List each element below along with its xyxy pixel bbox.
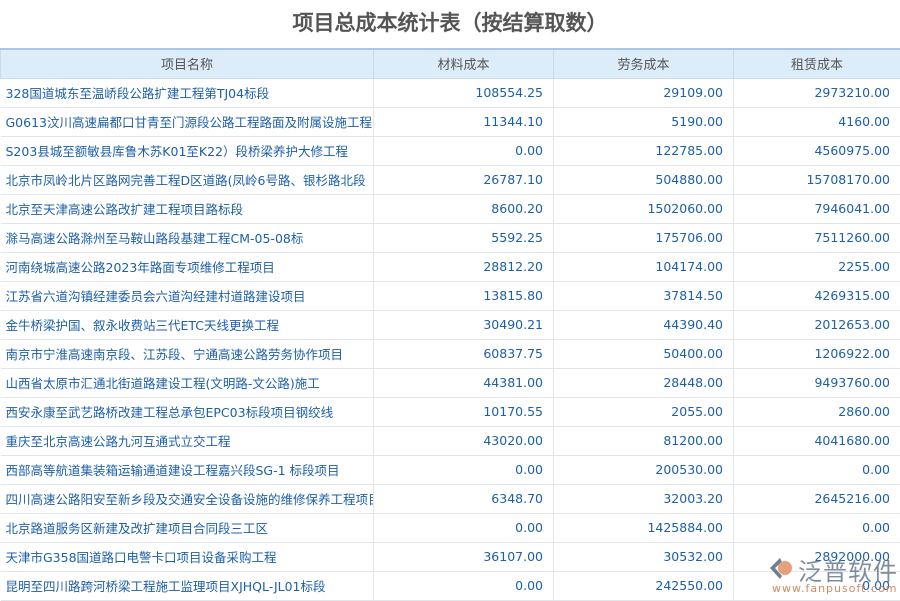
cell-lease-cost: 2645216.00 [734, 484, 900, 513]
table-row[interactable]: 金牛桥梁护国、叙永收费站三代ETC天线更换工程30490.2144390.402… [1, 310, 900, 339]
cell-labor-cost: 32003.20 [554, 484, 734, 513]
cell-material-cost: 60837.75 [374, 339, 554, 368]
cell-lease-cost: 9493760.00 [734, 368, 900, 397]
column-header-project-name[interactable]: 项目名称 [1, 49, 374, 78]
cell-lease-cost: 0.00 [734, 513, 900, 542]
cell-project-name[interactable]: 天津市G358国道路口电警卡口项目设备采购工程 [1, 542, 374, 571]
cell-labor-cost: 1502060.00 [554, 194, 734, 223]
cell-material-cost: 6348.70 [374, 484, 554, 513]
cell-material-cost: 108554.25 [374, 78, 554, 107]
cell-project-name[interactable]: 山西省太原市汇通北街道路建设工程(文明路-文公路)施工 [1, 368, 374, 397]
cell-material-cost: 28812.20 [374, 252, 554, 281]
cell-project-name[interactable]: 北京市凤岭北片区路网完善工程D区道路(凤岭6号路、银杉路北段 [1, 165, 374, 194]
cell-project-name[interactable]: 金牛桥梁护国、叙永收费站三代ETC天线更换工程 [1, 310, 374, 339]
table-row[interactable]: 山西省太原市汇通北街道路建设工程(文明路-文公路)施工44381.0028448… [1, 368, 900, 397]
cell-material-cost: 0.00 [374, 513, 554, 542]
cell-labor-cost: 242550.00 [554, 571, 734, 600]
column-header-labor-cost[interactable]: 劳务成本 [554, 49, 734, 78]
cell-material-cost: 5592.25 [374, 223, 554, 252]
cell-lease-cost: 15708170.00 [734, 165, 900, 194]
cell-labor-cost: 50400.00 [554, 339, 734, 368]
cell-lease-cost: 2012653.00 [734, 310, 900, 339]
cell-project-name[interactable]: S203县城至额敏县库鲁木苏K01至K22）段桥梁养护大修工程 [1, 136, 374, 165]
cell-lease-cost: 4160.00 [734, 107, 900, 136]
cell-project-name[interactable]: 328国道城东至温峤段公路扩建工程第TJ04标段 [1, 78, 374, 107]
cell-lease-cost: 7511260.00 [734, 223, 900, 252]
cell-material-cost: 36107.00 [374, 542, 554, 571]
cell-material-cost: 13815.80 [374, 281, 554, 310]
cell-project-name[interactable]: 河南绕城高速公路2023年路面专项维修工程项目 [1, 252, 374, 281]
table-row[interactable]: 西安永康至武艺路桥改建工程总承包EPC03标段项目钢绞线10170.552055… [1, 397, 900, 426]
table-row[interactable]: 北京至天津高速公路改扩建工程项目路标段8600.201502060.007946… [1, 194, 900, 223]
column-header-lease-cost[interactable]: 租赁成本 [734, 49, 900, 78]
table-header-row: 项目名称 材料成本 劳务成本 租赁成本 [1, 49, 900, 78]
page-title: 项目总成本统计表（按结算取数） [0, 0, 900, 48]
cell-labor-cost: 37814.50 [554, 281, 734, 310]
cell-labor-cost: 44390.40 [554, 310, 734, 339]
cell-lease-cost: 0.00 [734, 455, 900, 484]
table-row[interactable]: 328国道城东至温峤段公路扩建工程第TJ04标段108554.2529109.0… [1, 78, 900, 107]
table-row[interactable]: 北京路道服务区新建及改扩建项目合同段三工区0.001425884.000.00 [1, 513, 900, 542]
table-row[interactable]: 昆明至四川路跨河桥梁工程施工监理项目XJHQL-JL01标段0.00242550… [1, 571, 900, 600]
cell-project-name[interactable]: 重庆至北京高速公路九河互通式立交工程 [1, 426, 374, 455]
cell-lease-cost: 0.00 [734, 571, 900, 600]
table-row[interactable]: G0613汶川高速扁都口甘青至门源段公路工程路面及附属设施工程11344.105… [1, 107, 900, 136]
cell-lease-cost: 2892000.00 [734, 542, 900, 571]
cell-labor-cost: 200530.00 [554, 455, 734, 484]
table-row[interactable]: 西部高等航道集装箱运输通道建设工程嘉兴段SG-1 标段项目0.00200530.… [1, 455, 900, 484]
cell-labor-cost: 104174.00 [554, 252, 734, 281]
cell-material-cost: 30490.21 [374, 310, 554, 339]
cell-lease-cost: 7946041.00 [734, 194, 900, 223]
cell-labor-cost: 29109.00 [554, 78, 734, 107]
cell-labor-cost: 30532.00 [554, 542, 734, 571]
cell-material-cost: 43020.00 [374, 426, 554, 455]
cell-project-name[interactable]: 西部高等航道集装箱运输通道建设工程嘉兴段SG-1 标段项目 [1, 455, 374, 484]
cell-labor-cost: 81200.00 [554, 426, 734, 455]
cell-lease-cost: 4269315.00 [734, 281, 900, 310]
cell-material-cost: 44381.00 [374, 368, 554, 397]
cell-material-cost: 26787.10 [374, 165, 554, 194]
cell-labor-cost: 1425884.00 [554, 513, 734, 542]
cell-project-name[interactable]: 北京至天津高速公路改扩建工程项目路标段 [1, 194, 374, 223]
cell-lease-cost: 4041680.00 [734, 426, 900, 455]
cell-project-name[interactable]: G0613汶川高速扁都口甘青至门源段公路工程路面及附属设施工程 [1, 107, 374, 136]
cell-material-cost: 11344.10 [374, 107, 554, 136]
cell-labor-cost: 2055.00 [554, 397, 734, 426]
table-row[interactable]: 滁马高速公路滁州至马鞍山路段基建工程CM-05-08标5592.25175706… [1, 223, 900, 252]
table-row[interactable]: 天津市G358国道路口电警卡口项目设备采购工程36107.0030532.002… [1, 542, 900, 571]
table-row[interactable]: 重庆至北京高速公路九河互通式立交工程43020.0081200.00404168… [1, 426, 900, 455]
cell-lease-cost: 1206922.00 [734, 339, 900, 368]
column-header-material-cost[interactable]: 材料成本 [374, 49, 554, 78]
cell-project-name[interactable]: 北京路道服务区新建及改扩建项目合同段三工区 [1, 513, 374, 542]
table-row[interactable]: 南京市宁淮高速南京段、江苏段、宁通高速公路劳务协作项目60837.7550400… [1, 339, 900, 368]
table-row[interactable]: S203县城至额敏县库鲁木苏K01至K22）段桥梁养护大修工程0.0012278… [1, 136, 900, 165]
table-row[interactable]: 河南绕城高速公路2023年路面专项维修工程项目28812.20104174.00… [1, 252, 900, 281]
table-row[interactable]: 江苏省六道沟镇经建委员会六道沟经建村道路建设项目13815.8037814.50… [1, 281, 900, 310]
cell-project-name[interactable]: 昆明至四川路跨河桥梁工程施工监理项目XJHQL-JL01标段 [1, 571, 374, 600]
cell-labor-cost: 504880.00 [554, 165, 734, 194]
cell-lease-cost: 4560975.00 [734, 136, 900, 165]
cell-labor-cost: 5190.00 [554, 107, 734, 136]
cell-project-name[interactable]: 南京市宁淮高速南京段、江苏段、宁通高速公路劳务协作项目 [1, 339, 374, 368]
cell-material-cost: 0.00 [374, 136, 554, 165]
cell-lease-cost: 2973210.00 [734, 78, 900, 107]
cell-lease-cost: 2255.00 [734, 252, 900, 281]
cell-labor-cost: 28448.00 [554, 368, 734, 397]
table-row[interactable]: 北京市凤岭北片区路网完善工程D区道路(凤岭6号路、银杉路北段26787.1050… [1, 165, 900, 194]
cost-table: 项目名称 材料成本 劳务成本 租赁成本 328国道城东至温峤段公路扩建工程第TJ… [0, 48, 900, 601]
cell-labor-cost: 175706.00 [554, 223, 734, 252]
cell-project-name[interactable]: 四川高速公路阳安至新乡段及交通安全设备设施的维修保养工程项目 [1, 484, 374, 513]
cell-material-cost: 0.00 [374, 455, 554, 484]
cell-project-name[interactable]: 江苏省六道沟镇经建委员会六道沟经建村道路建设项目 [1, 281, 374, 310]
cell-material-cost: 10170.55 [374, 397, 554, 426]
table-row[interactable]: 四川高速公路阳安至新乡段及交通安全设备设施的维修保养工程项目6348.70320… [1, 484, 900, 513]
cell-lease-cost: 2860.00 [734, 397, 900, 426]
cell-project-name[interactable]: 西安永康至武艺路桥改建工程总承包EPC03标段项目钢绞线 [1, 397, 374, 426]
cell-material-cost: 0.00 [374, 571, 554, 600]
cell-labor-cost: 122785.00 [554, 136, 734, 165]
cell-project-name[interactable]: 滁马高速公路滁州至马鞍山路段基建工程CM-05-08标 [1, 223, 374, 252]
cell-material-cost: 8600.20 [374, 194, 554, 223]
